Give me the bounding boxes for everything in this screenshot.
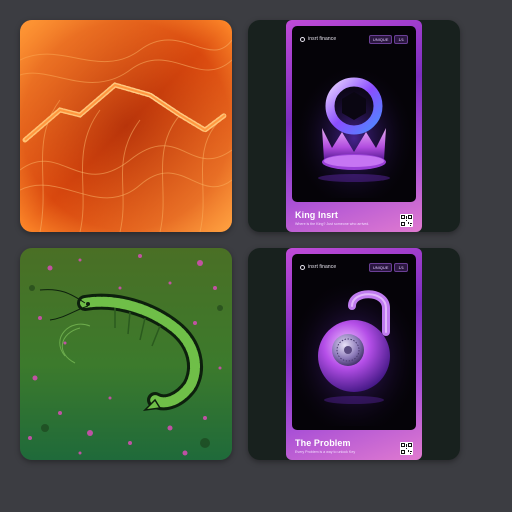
nft-gallery-grid: insrt finance UNIQUE 1/1 King Insrt Wher…: [0, 0, 512, 512]
nft-card-header: insrt finance UNIQUE 1/1: [300, 262, 408, 272]
nft-card-artwork-frame: insrt finance UNIQUE 1/1: [292, 26, 416, 202]
brand-logo: insrt finance: [300, 264, 336, 270]
nft-title: The Problem: [295, 438, 351, 448]
edition-badge: 1/1: [394, 262, 408, 272]
brand-logo: insrt finance: [300, 36, 336, 42]
nft-badges: UNIQUE 1/1: [368, 34, 408, 44]
nft-badges: UNIQUE 1/1: [368, 262, 408, 272]
nft-card-header: insrt finance UNIQUE 1/1: [300, 34, 408, 44]
insrt-logo-icon: [300, 36, 305, 42]
nft-title: King Insrt: [295, 210, 338, 220]
insrt-logo-icon: [300, 264, 305, 270]
gallery-tile-shrimp-artwork[interactable]: [20, 248, 232, 460]
nft-card: insrt finance UNIQUE 1/1: [286, 248, 422, 460]
nft-subtitle: Where is the King? Just someone who arri…: [295, 222, 370, 226]
shrimp-art: [20, 248, 232, 460]
edition-badge: 1/1: [394, 34, 408, 44]
padlock-icon: [292, 276, 416, 426]
gallery-tile-the-problem[interactable]: insrt finance UNIQUE 1/1 The Problem Eve…: [248, 248, 460, 460]
brand-name: insrt finance: [308, 36, 337, 42]
nft-card-artwork-frame: insrt finance UNIQUE 1/1: [292, 254, 416, 430]
rarity-badge: UNIQUE: [368, 34, 393, 44]
crown-icon: [292, 48, 416, 198]
qr-code-icon: [400, 442, 413, 455]
brand-name: insrt finance: [308, 264, 337, 270]
qr-code-icon: [400, 214, 413, 227]
nft-card: insrt finance UNIQUE 1/1: [286, 20, 422, 232]
gallery-tile-king-insrt[interactable]: insrt finance UNIQUE 1/1 King Insrt Wher…: [248, 20, 460, 232]
abstract-orange-swirl-art: [20, 20, 232, 232]
gallery-tile-orange-artwork[interactable]: [20, 20, 232, 232]
nft-subtitle: Every Problem is a way to unlock Key: [295, 450, 356, 454]
rarity-badge: UNIQUE: [368, 262, 393, 272]
